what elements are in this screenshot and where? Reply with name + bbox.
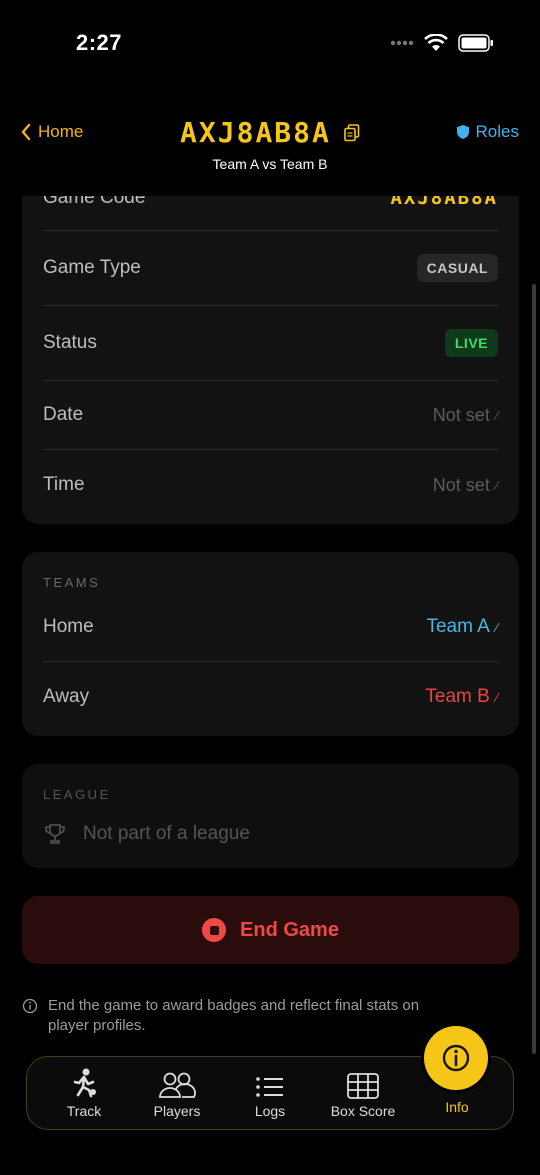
tab-logs[interactable]: Logs [225, 1065, 315, 1119]
shield-icon [456, 125, 469, 139]
game-type-badge: CASUAL [416, 254, 498, 282]
game-code-row: Game Code AXJ8AB8A [43, 196, 498, 233]
tab-logs-label: Logs [254, 1103, 286, 1119]
time-value[interactable]: Not set ⁄ [433, 475, 498, 496]
info-fab-button[interactable] [424, 1026, 488, 1090]
date-label: Date [43, 404, 84, 425]
away-team-value[interactable]: Team B ⁄ [425, 686, 498, 708]
status-label: Status [43, 332, 97, 353]
end-game-note: End the game to award badges and reflect… [22, 996, 462, 1036]
end-game-label: End Game [240, 918, 339, 941]
tab-players-label: Players [153, 1103, 201, 1119]
date-value-text: Not set [432, 404, 490, 425]
away-team-name: Team B [425, 686, 490, 707]
date-row[interactable]: Date Not set ⁄ [43, 380, 498, 450]
league-row: Not part of a league [43, 812, 498, 856]
home-label: Home [43, 616, 94, 637]
divider [43, 230, 498, 231]
info-scroll-content[interactable]: Game Code AXJ8AB8A Game Type CASUAL Stat… [0, 196, 540, 1056]
league-section-label: LEAGUE [43, 787, 111, 802]
pencil-icon: ⁄ [495, 477, 498, 493]
league-card: LEAGUE Not part of a league [22, 764, 519, 868]
status-bar: 2:27 [0, 0, 540, 90]
game-code-label: Game Code [43, 196, 146, 208]
game-code-value[interactable]: AXJ8AB8A [390, 196, 498, 209]
tab-box-score[interactable]: Box Score [318, 1065, 408, 1119]
matchup-subtitle: Team A vs Team B [212, 156, 328, 172]
game-code: AXJ8AB8A [180, 116, 331, 149]
game-type-label: Game Type [43, 257, 141, 278]
scrollbar[interactable] [532, 284, 536, 1054]
signal-icon [390, 40, 414, 46]
teams-section-label: TEAMS [43, 575, 101, 590]
battery-icon [458, 34, 493, 52]
nav-header: Home AXJ8AB8A Team A vs Team B Roles [0, 110, 540, 190]
tab-info[interactable]: Info [412, 1099, 502, 1115]
pencil-icon: ⁄ [495, 689, 498, 705]
copy-icon[interactable] [344, 123, 360, 146]
league-value: Not part of a league [83, 823, 250, 844]
wifi-icon [424, 34, 448, 51]
game-type-row: Game Type CASUAL [43, 233, 498, 303]
tab-track-label: Track [66, 1103, 102, 1119]
trophy-icon [45, 824, 65, 844]
roles-button[interactable]: Roles [456, 122, 519, 142]
note-text: End the game to award badges and reflect… [48, 997, 420, 1034]
info-icon [442, 1044, 470, 1072]
time-label: Time [43, 474, 85, 495]
date-value[interactable]: Not set ⁄ [433, 405, 498, 426]
roles-label: Roles [475, 122, 519, 141]
time-value-text: Not set [432, 474, 490, 495]
status-badge: LIVE [444, 329, 498, 357]
info-circle-icon [22, 998, 38, 1014]
away-label: Away [43, 686, 90, 707]
home-team-row[interactable]: Home Team A ⁄ [43, 592, 498, 662]
status-time: 2:27 [76, 30, 123, 55]
pencil-icon: ⁄ [495, 619, 498, 635]
divider [43, 305, 498, 306]
time-row[interactable]: Time Not set ⁄ [43, 450, 498, 520]
end-game-button[interactable]: End Game [22, 896, 519, 964]
status-row: Status LIVE [43, 308, 498, 378]
track-icon [73, 1068, 96, 1098]
status-icons [390, 34, 494, 52]
away-team-row[interactable]: Away Team B ⁄ [43, 662, 498, 732]
home-team-name: Team A [426, 616, 490, 637]
box-score-icon [347, 1073, 379, 1099]
home-team-value[interactable]: Team A ⁄ [426, 616, 498, 638]
pencil-icon: ⁄ [495, 407, 498, 423]
stop-icon [202, 918, 227, 942]
logs-icon [256, 1077, 283, 1097]
players-icon [159, 1072, 196, 1098]
details-card: Game Code AXJ8AB8A Game Type CASUAL Stat… [22, 196, 519, 524]
tab-box-score-label: Box Score [330, 1103, 396, 1119]
teams-card: TEAMS Home Team A ⁄ Away Team B ⁄ [22, 552, 519, 736]
tab-track[interactable]: Track [39, 1065, 129, 1119]
tab-players[interactable]: Players [132, 1065, 222, 1119]
tab-info-label: Info [445, 1099, 469, 1115]
